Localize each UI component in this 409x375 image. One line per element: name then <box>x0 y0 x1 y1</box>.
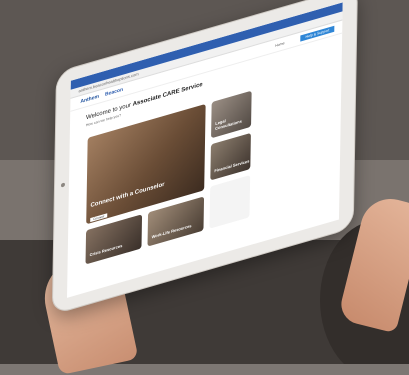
connect-button[interactable]: Connect <box>90 213 108 223</box>
tile-legal-label: Legal Consultations <box>215 118 242 132</box>
tile-financial[interactable]: Financial Services <box>210 132 251 181</box>
camera-dot <box>60 182 66 188</box>
tile-counselor-label: Connect with a Counselor <box>90 181 165 210</box>
tile-legal[interactable]: Legal Consultations <box>211 90 252 139</box>
tile-blank <box>209 175 251 229</box>
tile-crisis-label: Crisis Resources <box>89 242 123 258</box>
tile-financial-label: Financial Services <box>214 158 250 174</box>
tile-worklife-label: Work-Life Resources <box>151 222 192 240</box>
home-link[interactable]: Home <box>275 41 284 48</box>
